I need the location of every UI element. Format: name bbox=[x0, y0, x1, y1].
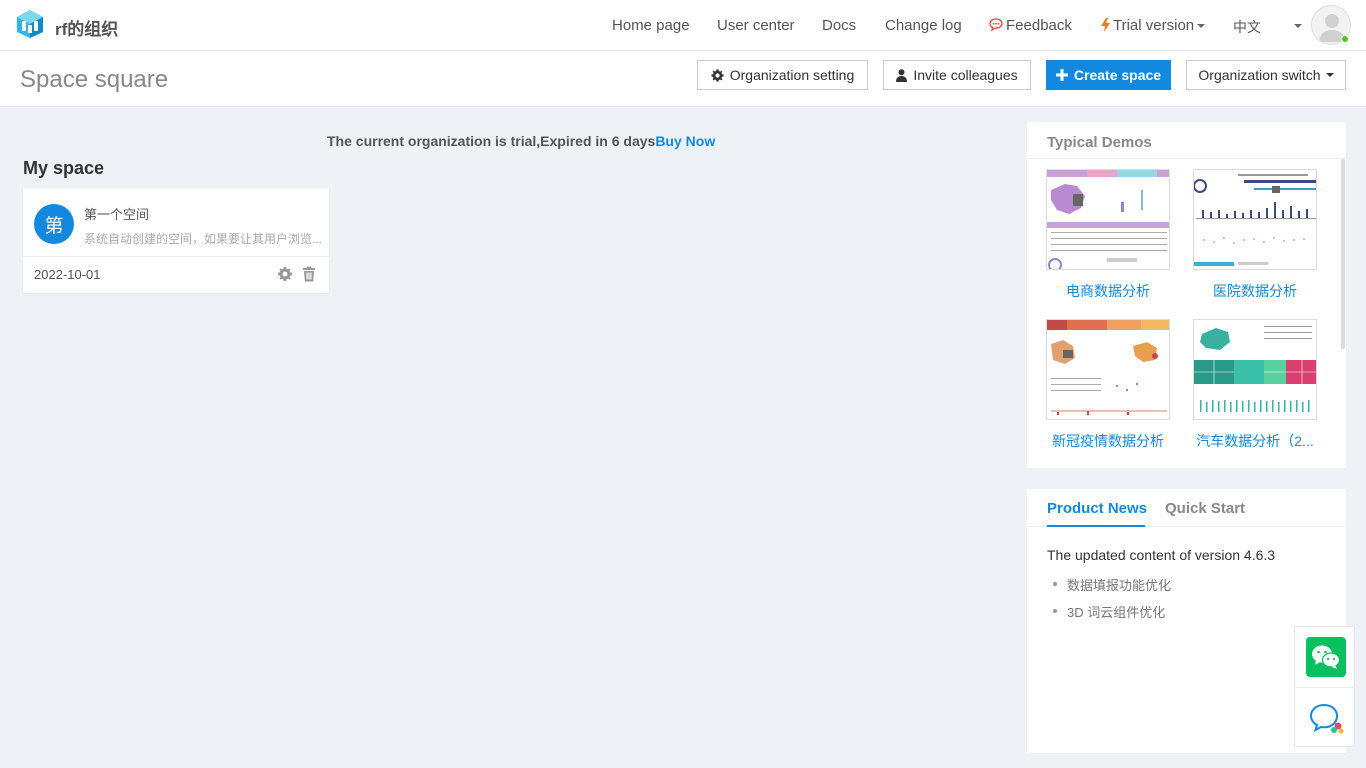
trial-notice: The current organization is trial,Expire… bbox=[327, 133, 715, 149]
trash-icon[interactable] bbox=[301, 266, 317, 282]
space-name[interactable]: 第一个空间 bbox=[84, 204, 149, 223]
list-item: 数据填报功能优化 bbox=[1047, 575, 1171, 594]
wechat-button[interactable] bbox=[1295, 627, 1356, 687]
demo-label[interactable]: 汽车数据分析（2... bbox=[1193, 431, 1317, 451]
chevron-down-icon bbox=[1294, 24, 1302, 29]
gear-icon bbox=[711, 68, 724, 82]
page-title: Space square bbox=[20, 66, 169, 93]
my-space-title: My space bbox=[23, 158, 105, 178]
chevron-down-icon bbox=[1325, 73, 1334, 77]
demo-thumbnail bbox=[1193, 319, 1317, 420]
logo-icon[interactable] bbox=[16, 9, 44, 39]
online-status-dot bbox=[1341, 35, 1349, 43]
page-header: Space square Organization setting Invite… bbox=[0, 51, 1366, 107]
tab-quick-start[interactable]: Quick Start bbox=[1165, 500, 1245, 517]
demo-card[interactable]: 医院数据分析 bbox=[1193, 169, 1317, 301]
chat-support-button[interactable] bbox=[1295, 688, 1356, 748]
nav-user-center[interactable]: User center bbox=[717, 17, 795, 34]
feedback-label: Feedback bbox=[1006, 17, 1072, 34]
organization-setting-label: Organization setting bbox=[729, 67, 855, 83]
demo-thumbnail bbox=[1193, 169, 1317, 270]
invite-colleagues-label: Invite colleagues bbox=[913, 67, 1018, 83]
demo-label[interactable]: 医院数据分析 bbox=[1193, 281, 1317, 301]
language-selector[interactable]: 中文 bbox=[1233, 17, 1261, 37]
news-list: 数据填报功能优化 3D 词云组件优化 bbox=[1047, 575, 1171, 629]
space-description: 系统自动创建的空间，如果要让其用户浏览... bbox=[84, 232, 323, 246]
nav-change-log[interactable]: Change log bbox=[885, 17, 962, 34]
feedback-icon bbox=[989, 18, 1003, 32]
demo-thumbnail bbox=[1046, 319, 1170, 420]
organization-switch-button[interactable]: Organization switch bbox=[1186, 60, 1346, 90]
chevron-down-icon bbox=[1197, 24, 1206, 29]
space-avatar: 第 bbox=[34, 204, 74, 244]
demo-label[interactable]: 新冠疫情数据分析 bbox=[1046, 431, 1170, 451]
typical-demos-title: Typical Demos bbox=[1027, 122, 1346, 159]
wechat-icon bbox=[1305, 637, 1346, 677]
demo-card[interactable]: 汽车数据分析（2... bbox=[1193, 319, 1317, 451]
list-item: 3D 词云组件优化 bbox=[1047, 602, 1171, 621]
demo-thumbnail bbox=[1046, 169, 1170, 270]
lightning-icon bbox=[1101, 18, 1110, 32]
demo-card[interactable]: 新冠疫情数据分析 bbox=[1046, 319, 1170, 451]
typical-demos-panel: Typical Demos 电商数据分析 医院数据分析 新冠疫情数据分析 汽车数… bbox=[1027, 122, 1346, 468]
invite-colleagues-button[interactable]: Invite colleagues bbox=[883, 60, 1031, 90]
nav-docs[interactable]: Docs bbox=[822, 17, 856, 34]
plus-icon bbox=[1055, 69, 1068, 81]
active-tab-indicator bbox=[1047, 525, 1145, 527]
tab-product-news[interactable]: Product News bbox=[1047, 500, 1147, 517]
news-tabs: Product News Quick Start bbox=[1027, 489, 1346, 527]
space-card[interactable]: 第 第一个空间 系统自动创建的空间，如果要让其用户浏览... 2022-10-0… bbox=[23, 188, 329, 293]
buy-now-link[interactable]: Buy Now bbox=[655, 133, 715, 149]
nav-trial-version[interactable]: Trial version bbox=[1101, 17, 1206, 34]
floating-contact-bar bbox=[1294, 626, 1356, 748]
create-space-button[interactable]: Create space bbox=[1046, 60, 1171, 90]
organization-switch-label: Organization switch bbox=[1198, 67, 1321, 83]
gear-icon[interactable] bbox=[277, 266, 293, 282]
user-icon bbox=[896, 68, 908, 82]
top-navbar: rf的组织 Home page User center Docs Change … bbox=[0, 0, 1366, 51]
account-menu-toggle[interactable] bbox=[1291, 17, 1302, 34]
trial-version-label: Trial version bbox=[1113, 17, 1195, 34]
space-date: 2022-10-01 bbox=[34, 267, 101, 282]
org-name[interactable]: rf的组织 bbox=[55, 15, 118, 40]
demo-label[interactable]: 电商数据分析 bbox=[1046, 281, 1170, 301]
news-version-title: The updated content of version 4.6.3 bbox=[1047, 547, 1276, 563]
create-space-label: Create space bbox=[1073, 67, 1162, 83]
organization-setting-button[interactable]: Organization setting bbox=[697, 60, 868, 90]
chat-support-icon bbox=[1309, 703, 1343, 734]
demo-card[interactable]: 电商数据分析 bbox=[1046, 169, 1170, 301]
scrollbar-thumb[interactable] bbox=[1341, 159, 1345, 349]
divider bbox=[23, 256, 329, 257]
nav-feedback[interactable]: Feedback bbox=[989, 17, 1072, 34]
nav-home[interactable]: Home page bbox=[612, 17, 690, 34]
trial-message: The current organization is trial,Expire… bbox=[327, 133, 656, 149]
